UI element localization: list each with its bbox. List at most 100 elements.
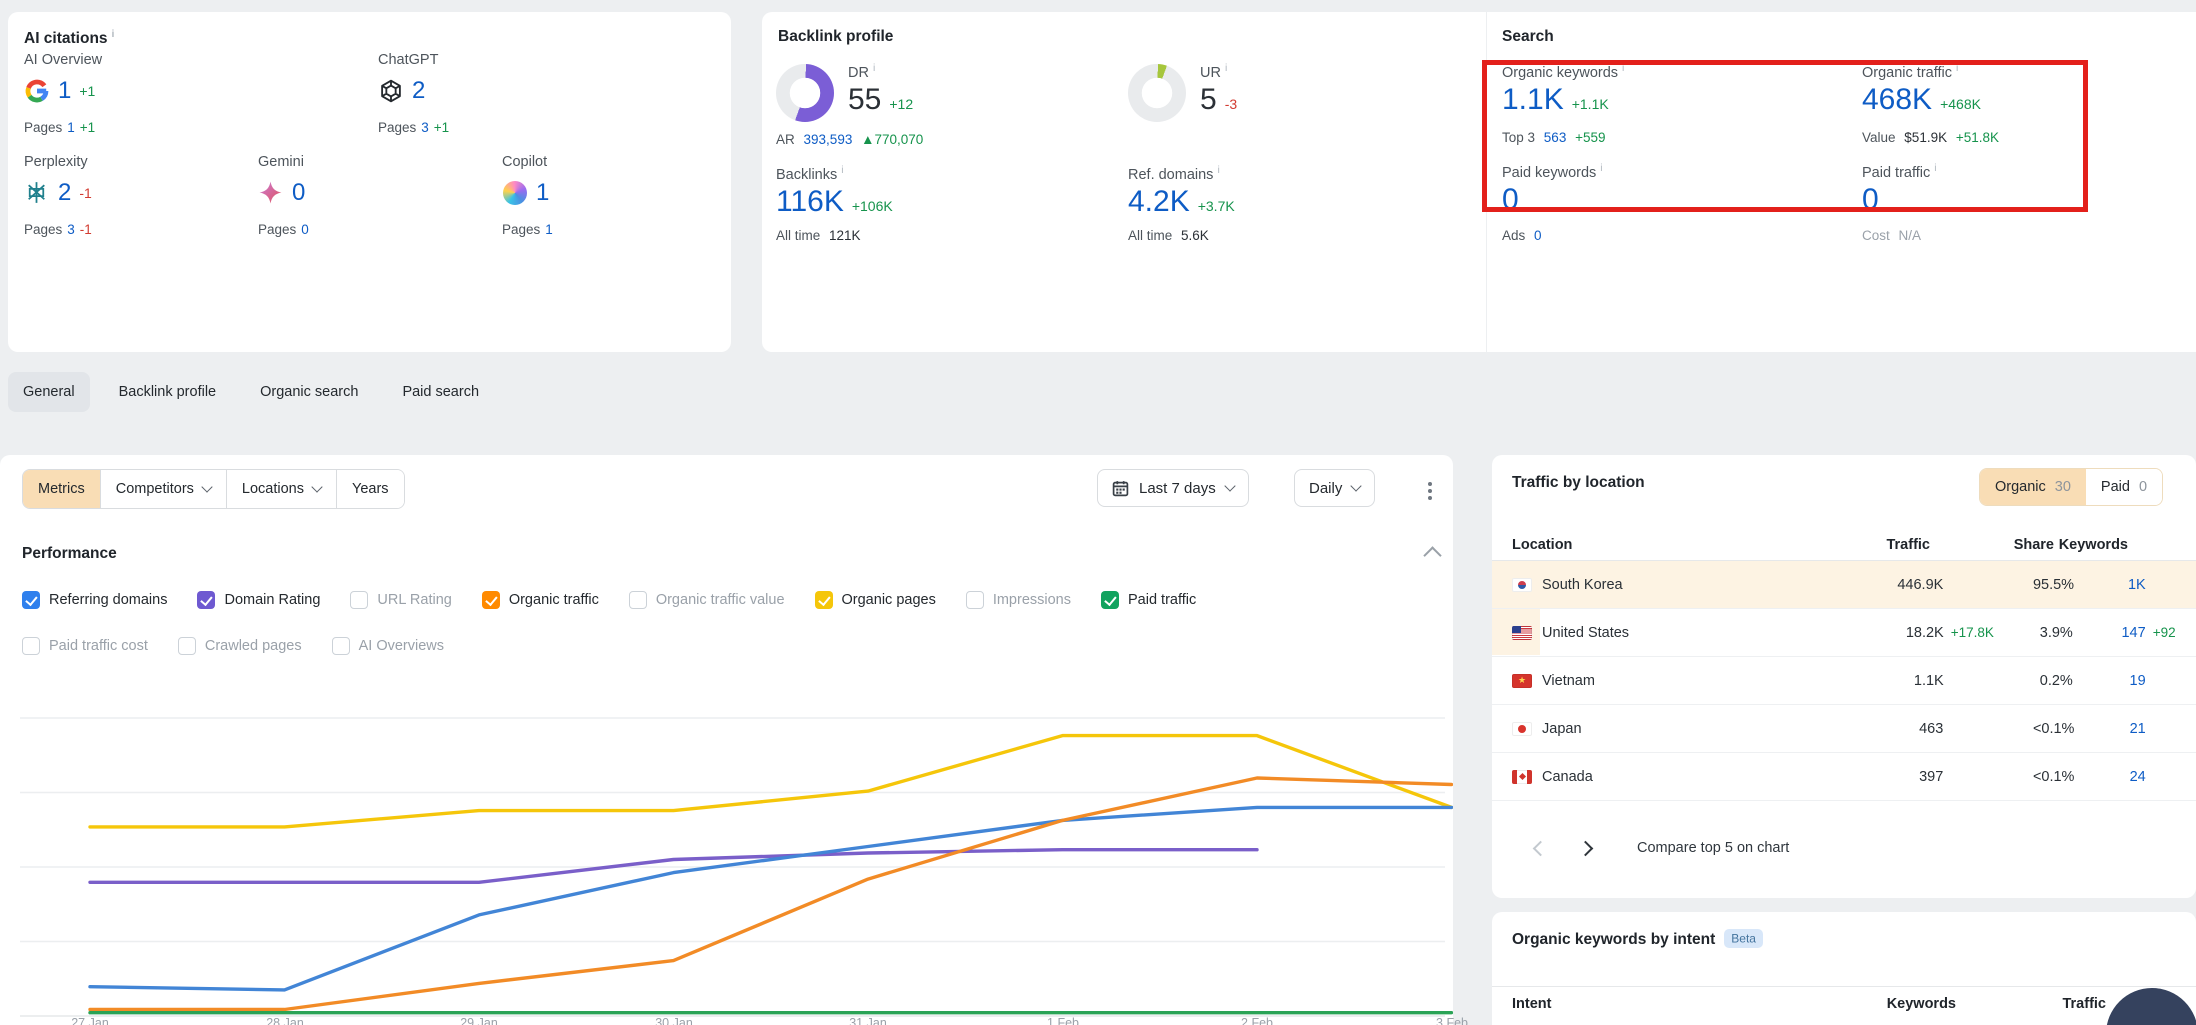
location-row-canada[interactable]: Canada 397 <0.1% 24 [1492,753,2196,801]
cost-line: Cost N/A [1862,228,1921,243]
metric-checkbox-organic-traffic-value[interactable]: Organic traffic value [629,591,785,609]
location-row-vietnam[interactable]: Vietnam 1.1K 0.2% 19 [1492,657,2196,705]
info-icon[interactable] [112,28,115,40]
date-range-button[interactable]: Last 7 days [1097,469,1249,507]
checkbox-icon [350,591,368,609]
metric-checkbox-organic-traffic[interactable]: Organic traffic [482,591,599,609]
ads-line: Ads 0 [1502,228,1542,243]
jp-flag-icon [1512,722,1532,736]
location-row-south-korea[interactable]: South Korea 446.9K 95.5% 1K [1492,561,2196,609]
calendar-icon [1112,480,1129,497]
paid-traffic-value[interactable]: 0 [1862,184,1879,216]
seo-dashboard: AI citations AI Overview 1+1 Pages1+1 Ch… [0,0,2196,1025]
ar-line: AR 393,593 ▲770,070 [776,132,923,147]
ai-source-value[interactable]: 1 [58,77,71,105]
filter-years-button[interactable]: Years [336,470,404,508]
info-icon[interactable] [873,62,875,74]
info-icon[interactable] [1600,162,1602,174]
metric-checkbox-organic-pages[interactable]: Organic pages [815,591,936,609]
metric-checkbox-paid-traffic-cost[interactable]: Paid traffic cost [22,637,148,655]
location-share: <0.1% [2033,769,2073,785]
ai-source-value[interactable]: 2 [412,77,425,105]
granularity-button[interactable]: Daily [1294,469,1375,507]
checkbox-icon [482,591,500,609]
location-keywords[interactable]: 147 [2073,625,2146,641]
location-name: Canada [1542,769,1768,785]
ar-value[interactable]: 393,593 [804,132,853,147]
location-share: 95.5% [2033,577,2073,593]
tab-general[interactable]: General [8,372,90,412]
tab-organic-search[interactable]: Organic search [245,372,373,412]
location-row-japan[interactable]: Japan 463 <0.1% 21 [1492,705,2196,753]
paid-keywords-value[interactable]: 0 [1502,184,1519,216]
dr-value: 55 [848,84,881,116]
info-icon[interactable] [841,164,843,176]
location-share: <0.1% [2033,721,2073,737]
location-traffic: 446.9K [1768,577,1943,593]
checkbox-icon [815,591,833,609]
toggle-organic[interactable]: Organic30 [1980,469,2086,505]
backlink-profile-title: Backlink profile [778,28,893,46]
ai-source-value[interactable]: 1 [536,179,549,207]
performance-line-chart [0,690,1453,1020]
info-icon[interactable] [1934,162,1936,174]
compare-top5-link[interactable]: Compare top 5 on chart [1637,840,1789,856]
perplexity-icon [24,180,50,206]
collapse-section-icon[interactable] [1423,546,1441,564]
location-name: United States [1542,625,1768,641]
metric-checkbox-paid-traffic[interactable]: Paid traffic [1101,591,1196,609]
info-icon[interactable] [1225,62,1227,74]
report-tabs: General Backlink profile Organic search Pai… [8,372,494,412]
ai-source-pages: Pages1+1 [24,120,102,135]
location-keywords[interactable]: 24 [2073,769,2146,785]
next-page-icon[interactable] [1578,840,1594,856]
location-name: South Korea [1542,577,1768,593]
location-keywords[interactable]: 1K [2073,577,2146,593]
series-organic-traffic [90,778,1452,1010]
info-icon[interactable] [1622,62,1624,74]
toggle-paid[interactable]: Paid0 [2086,469,2162,505]
series-referring-domains [90,807,1452,990]
paid-traffic-label: Paid traffic [1862,162,1937,181]
ai-source-ai-overview: AI Overview 1+1 Pages1+1 [24,52,102,135]
organic-traffic-value[interactable]: 468K [1862,84,1932,116]
metric-checkbox-domain-rating[interactable]: Domain Rating [197,591,320,609]
metric-checkbox-ai-overviews[interactable]: AI Overviews [332,637,444,655]
organic-keywords-delta: +1.1K [1572,96,1609,112]
filter-locations-button[interactable]: Locations [226,470,336,508]
location-name: Japan [1542,721,1768,737]
metric-checkbox-impressions[interactable]: Impressions [966,591,1071,609]
metric-checkbox-url-rating[interactable]: URL Rating [350,591,451,609]
tab-backlink-profile[interactable]: Backlink profile [104,372,232,412]
more-options-button[interactable] [1424,475,1436,507]
checkbox-icon [1101,591,1119,609]
info-icon[interactable] [1217,164,1219,176]
location-row-united-states[interactable]: United States 18.2K +17.8K 3.9% 147 +92 [1492,609,2196,657]
metric-checkbox-crawled-pages[interactable]: Crawled pages [178,637,302,655]
location-keywords[interactable]: 21 [2073,721,2146,737]
filter-competitors-button[interactable]: Competitors [100,470,226,508]
top3-value[interactable]: 563 [1544,130,1567,145]
organic-keywords-value[interactable]: 1.1K [1502,84,1564,116]
organic-traffic-delta: +468K [1940,96,1981,112]
location-traffic: 1.1K [1768,673,1943,689]
tab-paid-search[interactable]: Paid search [387,372,494,412]
ai-citations-card: AI citations AI Overview 1+1 Pages1+1 Ch… [8,12,731,352]
ai-source-value[interactable]: 0 [292,179,305,207]
organic-keywords-label: Organic keywords [1502,62,1624,81]
filter-metrics-button[interactable]: Metrics [23,470,100,508]
gemini-icon [258,180,284,206]
ref-domains-value[interactable]: 4.2K [1128,186,1190,218]
ur-label: UR [1200,62,1227,81]
ref-domains-label: Ref. domains [1128,164,1220,183]
location-keywords[interactable]: 19 [2073,673,2146,689]
prev-page-icon[interactable] [1533,840,1549,856]
metric-checkbox-referring-domains[interactable]: Referring domains [22,591,167,609]
top3-line: Top 3 563 +559 [1502,130,1606,145]
ai-source-name: Copilot [502,154,558,170]
ai-source-name: ChatGPT [378,52,449,68]
x-tick-label: 29 Jan [429,1016,529,1025]
backlinks-value[interactable]: 116K [776,186,844,218]
ai-source-value[interactable]: 2 [58,179,71,207]
info-icon[interactable] [1956,62,1958,74]
